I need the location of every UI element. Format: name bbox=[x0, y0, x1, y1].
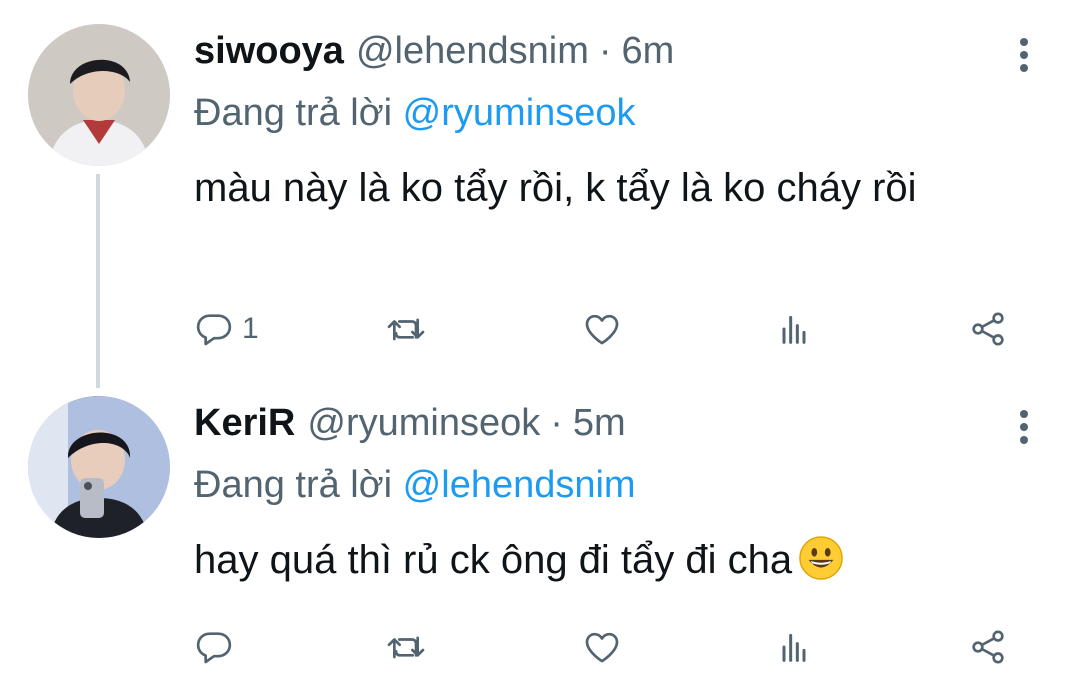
retweet-icon bbox=[387, 636, 425, 659]
reply-icon bbox=[196, 314, 232, 346]
tweet-header: siwooya @lehendsnim · 6m bbox=[194, 30, 674, 73]
action-bar: 1 bbox=[194, 304, 1034, 354]
separator-dot: · bbox=[598, 30, 612, 72]
reply-count: 1 bbox=[242, 312, 259, 345]
avatar-image bbox=[28, 396, 170, 538]
separator-dot: · bbox=[550, 402, 563, 444]
reply-to-link[interactable]: @lehendsnim bbox=[403, 464, 636, 506]
like-icon bbox=[585, 632, 619, 663]
views-button[interactable] bbox=[774, 304, 814, 354]
tweet-text: hay quá thì rủ ck ông đi tẩy đi cha bbox=[194, 530, 1014, 590]
avatar-image bbox=[28, 24, 170, 166]
reply-prefix: Đang trả lời bbox=[194, 464, 393, 506]
views-icon bbox=[782, 315, 806, 344]
like-icon bbox=[585, 314, 619, 345]
avatar[interactable] bbox=[28, 24, 170, 166]
timestamp[interactable]: 6m bbox=[622, 30, 675, 73]
replying-to: Đang trả lời @lehendsnim bbox=[194, 464, 636, 507]
reply-icon bbox=[196, 632, 232, 664]
tweet[interactable]: KeriR @ryuminseok · 5m Đang trả lời @leh… bbox=[0, 380, 1080, 689]
tweet-text-content: hay quá thì rủ ck ông đi tẩy đi cha bbox=[194, 538, 793, 582]
like-button[interactable] bbox=[582, 622, 622, 672]
reply-to-link[interactable]: @ryuminseok bbox=[403, 92, 636, 134]
display-name[interactable]: siwooya bbox=[194, 30, 344, 73]
display-name[interactable]: KeriR bbox=[194, 402, 295, 445]
avatar[interactable] bbox=[28, 396, 170, 538]
action-bar bbox=[194, 622, 1034, 672]
share-icon bbox=[972, 630, 1004, 664]
reply-button[interactable] bbox=[194, 622, 242, 672]
retweet-button[interactable] bbox=[386, 622, 426, 672]
more-options-icon[interactable] bbox=[1012, 34, 1036, 78]
share-button[interactable] bbox=[968, 304, 1008, 354]
user-handle[interactable]: @lehendsnim bbox=[356, 30, 589, 73]
replying-to: Đang trả lời @ryuminseok bbox=[194, 92, 636, 135]
more-options-icon[interactable] bbox=[1012, 406, 1036, 450]
tweet-text: màu này là ko tẩy rồi, k tẩy là ko cháy … bbox=[194, 166, 917, 210]
tweet-header: KeriR @ryuminseok · 5m bbox=[194, 402, 626, 445]
grinning-face-emoji-icon bbox=[799, 536, 843, 580]
user-handle[interactable]: @ryuminseok bbox=[307, 402, 540, 445]
retweet-button[interactable] bbox=[386, 304, 426, 354]
share-button[interactable] bbox=[968, 622, 1008, 672]
share-icon bbox=[972, 312, 1004, 346]
tweet[interactable]: siwooya @lehendsnim · 6m Đang trả lời @r… bbox=[0, 0, 1080, 388]
timestamp[interactable]: 5m bbox=[573, 402, 626, 445]
like-button[interactable] bbox=[582, 304, 622, 354]
retweet-icon bbox=[387, 318, 425, 341]
views-icon bbox=[782, 633, 806, 662]
reply-prefix: Đang trả lời bbox=[194, 92, 393, 134]
thread-line bbox=[96, 174, 100, 388]
views-button[interactable] bbox=[774, 622, 814, 672]
reply-button[interactable]: 1 bbox=[194, 304, 259, 354]
